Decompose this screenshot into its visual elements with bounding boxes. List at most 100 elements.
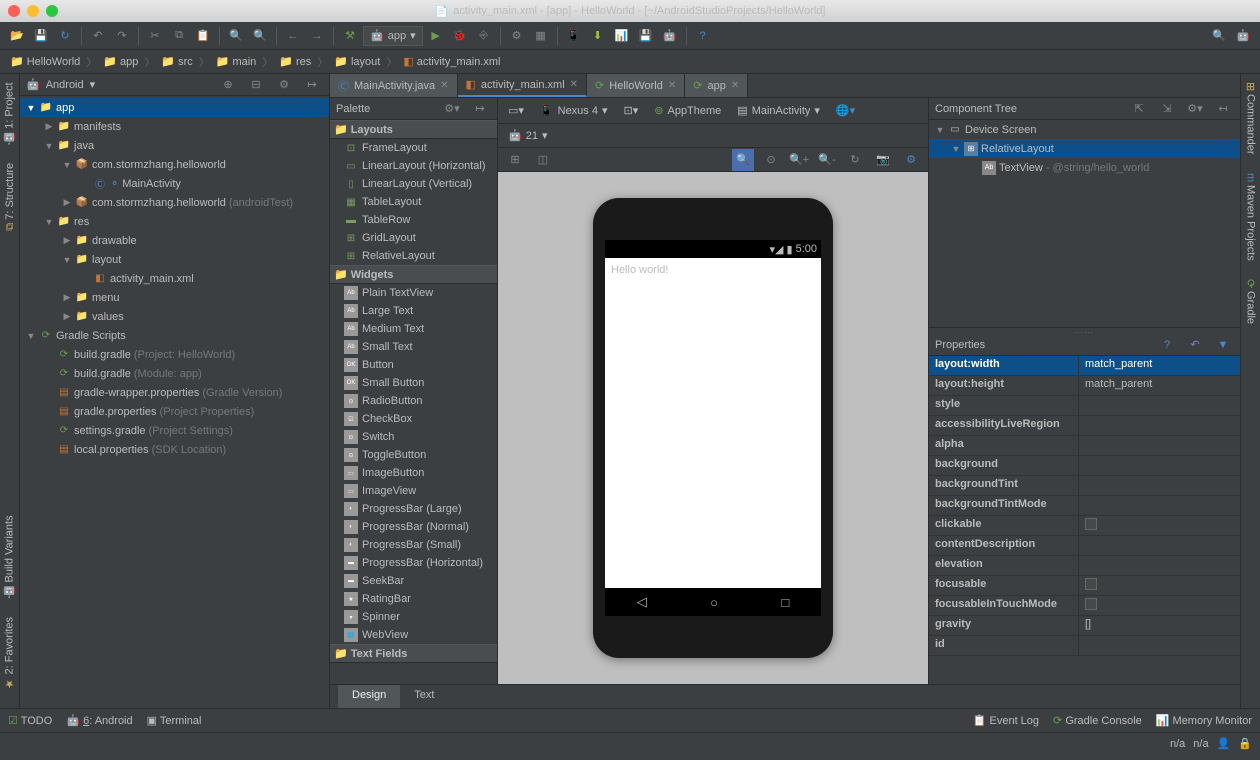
property-row[interactable]: focusableInTouchMode xyxy=(929,596,1240,616)
property-row[interactable]: style xyxy=(929,396,1240,416)
tree-node-activity-main-xml[interactable]: ◧activity_main.xml xyxy=(20,269,329,288)
tree-node-build-gradle-project[interactable]: ⟳build.gradle (Project: HelloWorld) xyxy=(20,345,329,364)
tab-commander[interactable]: ⊞Commander xyxy=(1243,78,1258,159)
memory-icon[interactable]: 💾 xyxy=(635,25,657,47)
collapse-icon[interactable]: ⊟ xyxy=(245,74,267,96)
palette-item[interactable]: ⊙RadioButton xyxy=(330,392,497,410)
undo-icon[interactable]: ↶ xyxy=(87,25,109,47)
tree-node-values[interactable]: ▶📁values xyxy=(20,307,329,326)
tree-node-settings-gradle[interactable]: ⟳settings.gradle (Project Settings) xyxy=(20,421,329,440)
palette-item[interactable]: ⊞GridLayout xyxy=(330,229,497,247)
palette-item[interactable]: ◐ProgressBar (Normal) xyxy=(330,518,497,536)
back-icon[interactable]: ← xyxy=(282,25,304,47)
close-icon[interactable]: ✕ xyxy=(440,80,448,91)
palette-item[interactable]: AbSmall Text xyxy=(330,338,497,356)
property-row[interactable]: id xyxy=(929,636,1240,656)
debug-icon[interactable]: 🐞 xyxy=(449,25,471,47)
scroll-from-source-icon[interactable]: ⊕ xyxy=(217,74,239,96)
palette-group-widgets[interactable]: 📁Widgets xyxy=(330,265,497,284)
expand-icon[interactable]: ⇱ xyxy=(1128,98,1150,120)
palette-item[interactable]: ▾Spinner xyxy=(330,608,497,626)
tree-node-mainactivity[interactable]: Ⓒ⚬MainActivity xyxy=(20,174,329,193)
tab-favorites[interactable]: ★2: Favorites xyxy=(2,613,17,694)
palette-group-layouts[interactable]: 📁Layouts xyxy=(330,120,497,139)
paste-icon[interactable]: 📋 xyxy=(192,25,214,47)
tab-build-variants[interactable]: 🤖Build Variants xyxy=(2,511,17,603)
settings-icon[interactable]: ⚙ xyxy=(506,25,528,47)
android-robot-icon[interactable]: 🤖 xyxy=(659,25,681,47)
zoom-in-icon[interactable]: 🔍+ xyxy=(788,149,810,171)
tree-node-build-gradle-module[interactable]: ⟳build.gradle (Module: app) xyxy=(20,364,329,383)
sync-icon[interactable]: ↻ xyxy=(54,25,76,47)
breadcrumb-item[interactable]: 📁main xyxy=(212,55,261,68)
hide-icon[interactable]: ↦ xyxy=(301,74,323,96)
tab-mainactivity[interactable]: ⒸMainActivity.java✕ xyxy=(330,74,458,97)
project-view-dropdown[interactable]: Android xyxy=(46,79,84,91)
palette-item[interactable]: ⊡FrameLayout xyxy=(330,139,497,157)
cut-icon[interactable]: ✂ xyxy=(144,25,166,47)
android-icon[interactable]: 🤖 xyxy=(1232,25,1254,47)
close-icon[interactable]: ✕ xyxy=(668,80,676,91)
design-canvas[interactable]: ▾◢ ▮ 5:00 Hello world! ◁ ○ □ xyxy=(498,172,928,684)
property-row[interactable]: elevation xyxy=(929,556,1240,576)
help-icon[interactable]: ? xyxy=(692,25,714,47)
tree-node-app[interactable]: ▼📁app xyxy=(20,98,329,117)
component-textview[interactable]: AbTextView - @string/hello_world xyxy=(929,158,1240,177)
component-device-screen[interactable]: ▼▭Device Screen xyxy=(929,120,1240,139)
breadcrumb-item[interactable]: 📁layout xyxy=(330,55,384,68)
gear-icon[interactable]: ⚙▾ xyxy=(1184,98,1206,120)
hide-icon[interactable]: ↦ xyxy=(469,98,491,120)
tab-structure[interactable]: ⧉7: Structure xyxy=(3,159,17,235)
tree-node-gradle-scripts[interactable]: ▼⟳Gradle Scripts xyxy=(20,326,329,345)
run-config-dropdown[interactable]: 🤖 app ▾ xyxy=(363,26,423,46)
property-row[interactable]: layout:heightmatch_parent xyxy=(929,376,1240,396)
tab-design[interactable]: Design xyxy=(338,685,400,708)
avd-icon[interactable]: 📱 xyxy=(563,25,585,47)
screenshot-icon[interactable]: 📷 xyxy=(872,149,894,171)
tab-project[interactable]: 🤖1: Project xyxy=(2,78,17,149)
close-icon[interactable]: ✕ xyxy=(570,79,578,90)
sdk-icon[interactable]: ⬇ xyxy=(587,25,609,47)
palette-item[interactable]: ⊙Switch xyxy=(330,428,497,446)
palette-item[interactable]: ▭ImageView xyxy=(330,482,497,500)
viewport-icon[interactable]: ⊞ xyxy=(504,149,526,171)
zoom-fit-icon[interactable]: 🔍 xyxy=(732,149,754,171)
tree-node-res[interactable]: ▼📁res xyxy=(20,212,329,231)
property-row[interactable]: focusable xyxy=(929,576,1240,596)
tree-node-package[interactable]: ▼📦com.stormzhang.helloworld xyxy=(20,155,329,174)
property-row[interactable]: layout:widthmatch_parent xyxy=(929,356,1240,376)
zoom-icon[interactable] xyxy=(46,5,58,17)
tree-node-manifests[interactable]: ▶📁manifests xyxy=(20,117,329,136)
tab-event-log[interactable]: 📋 Event Log xyxy=(973,714,1039,727)
breadcrumb-item[interactable]: 📁res xyxy=(275,55,315,68)
property-row[interactable]: backgroundTint xyxy=(929,476,1240,496)
palette-item[interactable]: ☑CheckBox xyxy=(330,410,497,428)
tree-node-layout[interactable]: ▼📁layout xyxy=(20,250,329,269)
run-icon[interactable]: ▶ xyxy=(425,25,447,47)
palette-item[interactable]: OKButton xyxy=(330,356,497,374)
palette-group-textfields[interactable]: 📁Text Fields xyxy=(330,644,497,663)
tab-todo[interactable]: ☑ TODO xyxy=(8,714,52,727)
gear-icon[interactable]: ⚙▾ xyxy=(441,98,463,120)
property-row[interactable]: background xyxy=(929,456,1240,476)
replace-icon[interactable]: 🔍 xyxy=(249,25,271,47)
palette-item[interactable]: OKSmall Button xyxy=(330,374,497,392)
palette-item[interactable]: 🌐WebView xyxy=(330,626,497,644)
settings-icon[interactable]: ⚙ xyxy=(900,149,922,171)
breadcrumb-item[interactable]: 📁app xyxy=(99,55,142,68)
tree-node-java[interactable]: ▼📁java xyxy=(20,136,329,155)
palette-item[interactable]: ▭LinearLayout (Horizontal) xyxy=(330,157,497,175)
tab-gradle-console[interactable]: ⟳ Gradle Console xyxy=(1053,714,1142,727)
theme-dropdown[interactable]: ⊚AppTheme xyxy=(650,101,725,121)
property-row[interactable]: backgroundTintMode xyxy=(929,496,1240,516)
orientation-dropdown[interactable]: ▭▾ xyxy=(504,101,528,121)
locale-dropdown[interactable]: 🌐▾ xyxy=(832,101,859,121)
palette-item[interactable]: ▬SeekBar xyxy=(330,572,497,590)
palette-item[interactable]: ⊞RelativeLayout xyxy=(330,247,497,265)
palette-item[interactable]: ▦TableLayout xyxy=(330,193,497,211)
tab-terminal[interactable]: ▣ Terminal xyxy=(147,714,202,727)
project-structure-icon[interactable]: ▦ xyxy=(530,25,552,47)
tree-node-menu[interactable]: ▶📁menu xyxy=(20,288,329,307)
palette-item[interactable]: AbPlain TextView xyxy=(330,284,497,302)
tree-node-drawable[interactable]: ▶📁drawable xyxy=(20,231,329,250)
